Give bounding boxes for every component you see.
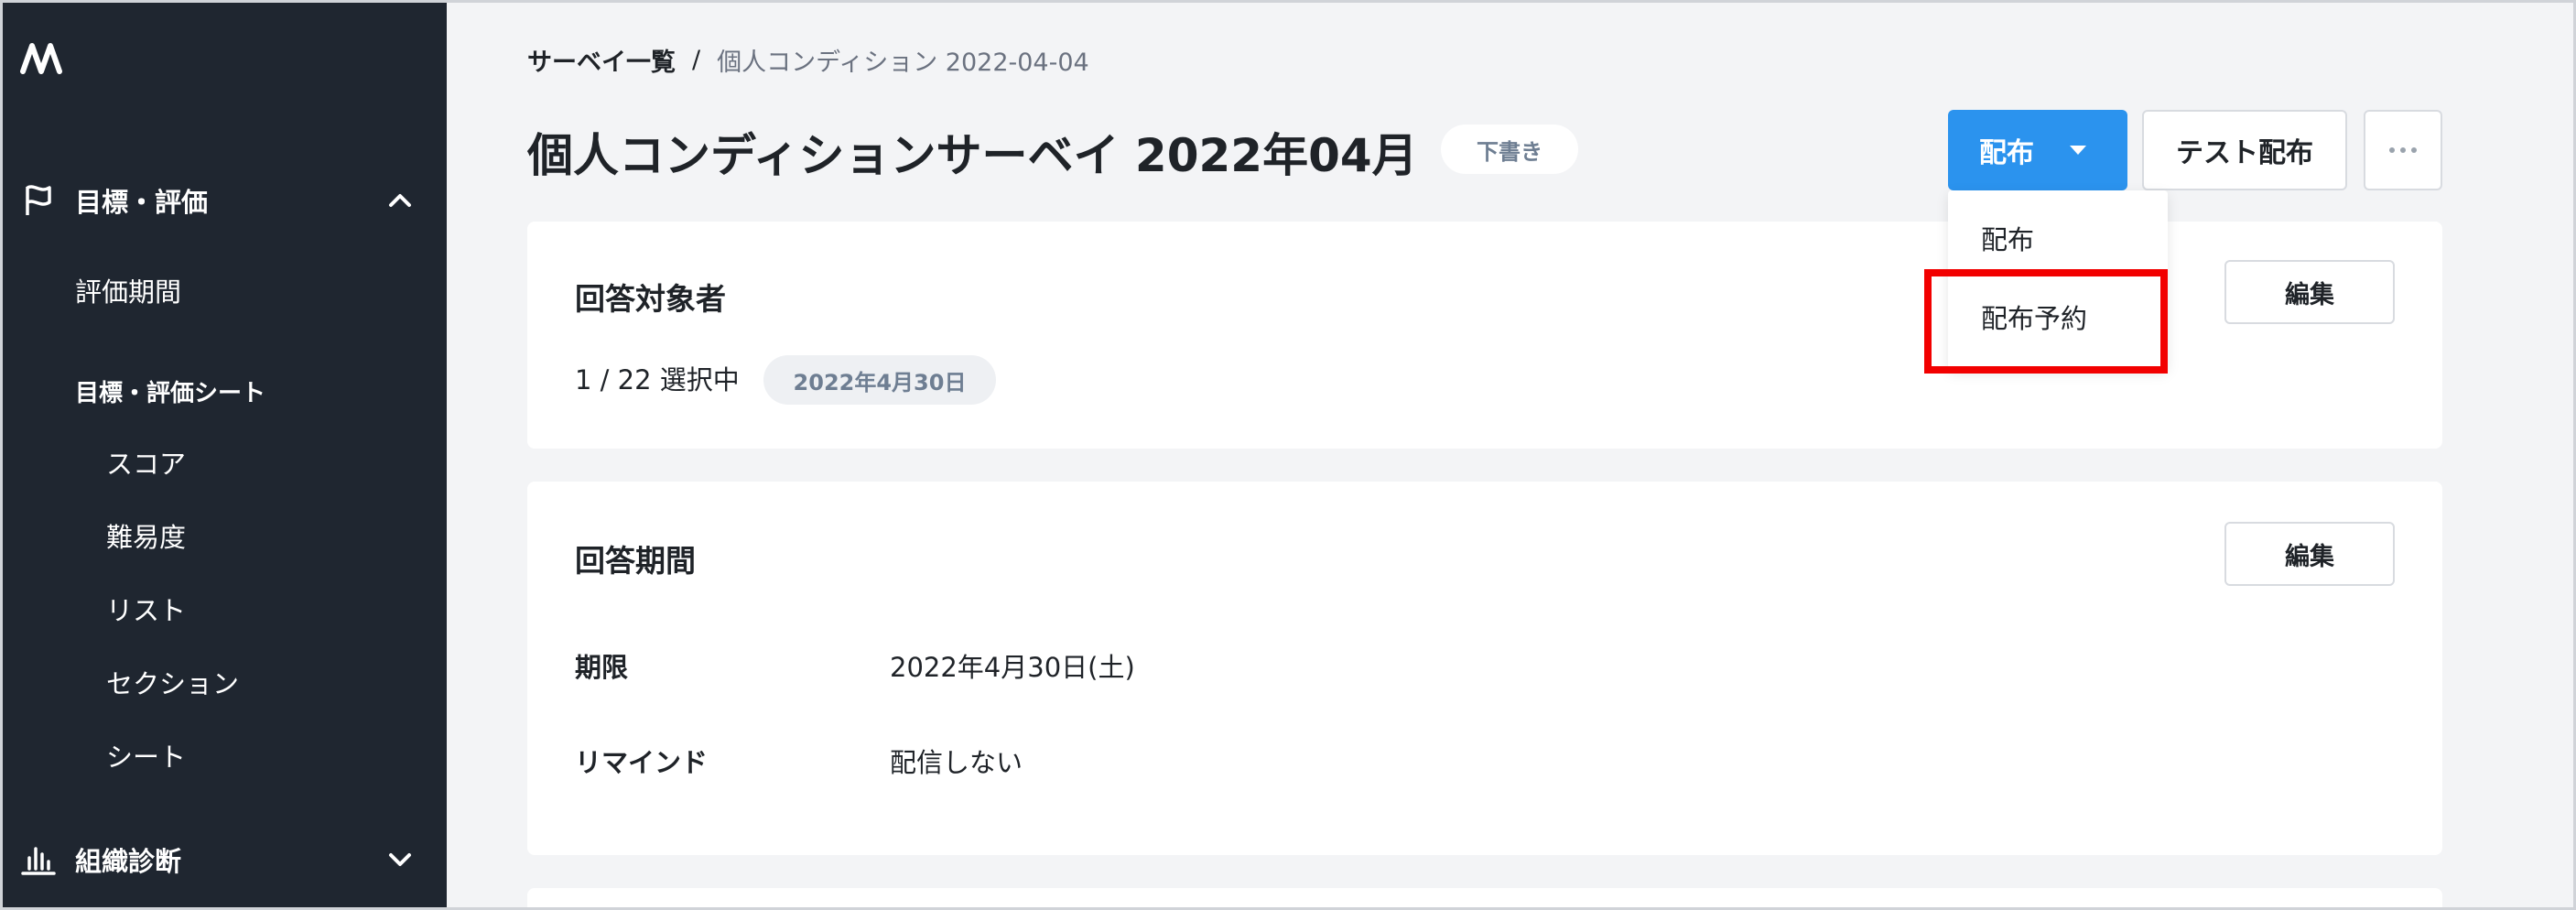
edit-period-button[interactable]: 編集 bbox=[2224, 522, 2395, 586]
chevron-down-icon[interactable] bbox=[384, 844, 416, 875]
more-horizontal-icon bbox=[2387, 147, 2419, 153]
sidebar-item-score[interactable]: スコア bbox=[106, 439, 186, 485]
sidebar-group-label: 組織診断 bbox=[75, 846, 182, 877]
distribute-button[interactable]: 配布 bbox=[1948, 110, 2127, 190]
next-card bbox=[527, 888, 2442, 910]
selection-count: 1 / 22 選択中 bbox=[575, 364, 740, 395]
response-period-card: 回答期間 編集 期限 2022年4月30日(土) リマインド 配信しない bbox=[527, 482, 2442, 855]
chevron-up-icon[interactable] bbox=[384, 185, 416, 216]
menu-item-schedule-distribution[interactable]: 配布予約 bbox=[1981, 291, 2087, 342]
caret-down-icon bbox=[2070, 146, 2086, 155]
logo-icon[interactable] bbox=[20, 40, 68, 77]
edit-respondents-button[interactable]: 編集 bbox=[2224, 260, 2395, 324]
more-button[interactable] bbox=[2364, 110, 2442, 190]
reminder-value: 配信しない bbox=[890, 747, 1023, 778]
flag-icon bbox=[26, 185, 51, 215]
page-title: 個人コンディションサーベイ 2022年04月 bbox=[527, 129, 1418, 182]
sidebar-item-evaluation-sheet[interactable]: 目標・評価シート bbox=[75, 368, 265, 414]
sidebar-group-goals[interactable]: 目標・評価 bbox=[0, 170, 447, 231]
bar-chart-icon bbox=[21, 847, 56, 875]
sidebar-item-difficulty[interactable]: 難易度 bbox=[106, 513, 186, 558]
date-badge: 2022年4月30日 bbox=[763, 355, 996, 405]
menu-item-distribute[interactable]: 配布 bbox=[1981, 212, 2034, 264]
sidebar-item-section[interactable]: セクション bbox=[106, 659, 239, 705]
status-badge: 下書き bbox=[1441, 125, 1578, 174]
deadline-label: 期限 bbox=[575, 652, 629, 683]
breadcrumb-current: 個人コンディション 2022-04-04 bbox=[717, 49, 1089, 77]
breadcrumb-survey-list-link[interactable]: サーベイ一覧 bbox=[527, 42, 676, 78]
test-distribute-button[interactable]: テスト配布 bbox=[2142, 110, 2347, 190]
reminder-label: リマインド bbox=[575, 747, 709, 778]
sidebar-group-label: 目標・評価 bbox=[75, 187, 209, 218]
response-period-title: 回答期間 bbox=[575, 543, 696, 579]
sidebar-item-sheet[interactable]: シート bbox=[106, 732, 186, 778]
deadline-value: 2022年4月30日(土) bbox=[890, 652, 1135, 683]
sidebar-item-evaluation-period[interactable]: 評価期間 bbox=[75, 267, 181, 313]
sidebar-group-org-diagnosis[interactable]: 組織診断 bbox=[0, 829, 447, 890]
sidebar-item-list[interactable]: リスト bbox=[106, 586, 186, 632]
sidebar: 目標・評価 評価期間 目標・評価シート スコア 難易度 リスト セクション シー… bbox=[0, 0, 447, 910]
distribute-dropdown-menu: 配布 配布予約 bbox=[1948, 190, 2168, 370]
respondents-title: 回答対象者 bbox=[575, 281, 726, 317]
breadcrumb-separator: / bbox=[692, 46, 701, 74]
distribute-button-label: 配布 bbox=[1979, 137, 2034, 169]
breadcrumb: サーベイ一覧 / 個人コンディション 2022-04-04 bbox=[527, 42, 1089, 78]
